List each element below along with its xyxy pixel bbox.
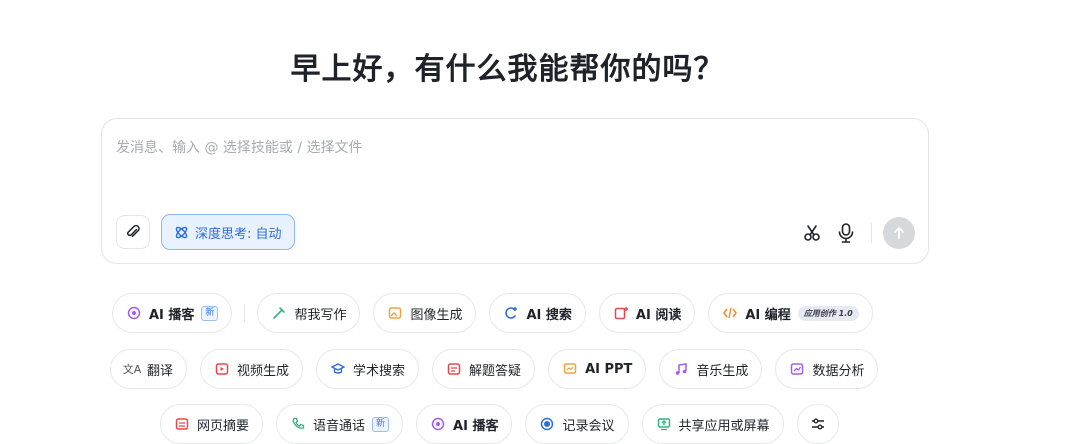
chip-ai-code[interactable]: AI 编程 应用创作 1.0 <box>708 293 873 333</box>
graduation-cap-icon <box>330 361 346 377</box>
message-composer[interactable]: 发消息、输入 @ 选择技能或 / 选择文件 深度思考: 自动 <box>101 118 929 264</box>
chip-label: 解题答疑 <box>469 363 522 379</box>
video-icon <box>214 361 230 377</box>
podcast-icon <box>126 305 142 321</box>
chip-label: 图像生成 <box>410 307 463 323</box>
chart-icon <box>789 361 805 377</box>
chip-label: AI PPT <box>585 361 633 377</box>
chip-label: AI 搜索 <box>526 307 572 323</box>
chip-divider <box>244 304 246 322</box>
chip-label: AI 阅读 <box>635 307 682 323</box>
chip-ai-podcast-2[interactable]: AI 播客 <box>416 404 513 444</box>
chip-label: 语音通话 <box>313 418 366 434</box>
phone-icon <box>290 416 306 432</box>
search-icon <box>503 305 519 321</box>
code-icon <box>722 305 738 321</box>
greeting-title: 早上好，有什么我能帮你的吗？ <box>290 52 725 87</box>
share-screen-icon <box>656 416 672 432</box>
image-icon <box>387 305 403 321</box>
pen-icon <box>271 305 287 321</box>
chip-music-gen[interactable]: 音乐生成 <box>659 349 763 389</box>
chip-ai-podcast[interactable]: AI 播客 新 <box>112 293 233 333</box>
chip-voice-call[interactable]: 语音通话 新 <box>276 404 404 444</box>
chip-academic-search[interactable]: 学术搜索 <box>316 349 420 389</box>
new-badge: 新 <box>372 416 390 432</box>
chip-problem-solve[interactable]: 解题答疑 <box>432 349 536 389</box>
translate-icon: 文A <box>122 363 142 376</box>
send-button[interactable] <box>883 217 915 249</box>
skill-row-2: 文A 翻译 视频生成 学术搜索 解题答疑 AI PPT 音乐生成 数据分析 <box>110 349 879 389</box>
skill-row-3: 网页摘要 语音通话 新 AI 播客 记录会议 共享应用或屏幕 <box>160 404 839 444</box>
music-note-icon <box>673 361 689 377</box>
chip-label: 记录会议 <box>562 418 615 434</box>
chip-web-summary[interactable]: 网页摘要 <box>160 404 264 444</box>
question-sheet-icon <box>446 361 462 377</box>
deep-think-label: 深度思考: 自动 <box>195 226 282 242</box>
chip-label: 翻译 <box>147 363 174 379</box>
message-input[interactable]: 发消息、输入 @ 选择技能或 / 选择文件 <box>116 137 363 157</box>
microphone-icon[interactable] <box>836 222 856 244</box>
more-settings-button[interactable] <box>796 404 839 444</box>
chip-label: 视频生成 <box>237 363 290 379</box>
attach-button[interactable] <box>116 215 150 249</box>
arrow-up-icon <box>894 227 904 239</box>
chip-label: 共享应用或屏幕 <box>678 418 770 434</box>
podcast-icon <box>430 416 446 432</box>
new-badge: 新 <box>201 305 219 321</box>
chip-label: 音乐生成 <box>696 363 749 379</box>
chip-record-meeting[interactable]: 记录会议 <box>525 404 629 444</box>
paperclip-icon <box>127 224 140 238</box>
atom-icon <box>175 226 188 238</box>
chip-translate[interactable]: 文A 翻译 <box>110 349 188 389</box>
chip-help-write[interactable]: 帮我写作 <box>257 293 361 333</box>
chip-label: 帮我写作 <box>294 307 347 323</box>
chip-ai-search[interactable]: AI 搜索 <box>489 293 586 333</box>
deep-think-button[interactable]: 深度思考: 自动 <box>161 214 295 250</box>
chip-data-analysis[interactable]: 数据分析 <box>775 349 879 389</box>
chip-ai-ppt[interactable]: AI PPT <box>548 349 647 389</box>
version-badge: 应用创作 1.0 <box>797 305 859 321</box>
toolbar-divider <box>871 223 872 243</box>
record-icon <box>539 416 555 432</box>
web-page-icon <box>174 416 190 432</box>
chip-label: AI 播客 <box>453 418 499 434</box>
presentation-icon <box>562 361 578 377</box>
chip-video-gen[interactable]: 视频生成 <box>200 349 304 389</box>
chip-label: 学术搜索 <box>353 363 406 379</box>
chip-label: AI 播客 <box>149 307 195 323</box>
chip-share-screen[interactable]: 共享应用或屏幕 <box>641 404 784 444</box>
skill-row-1: AI 播客 新 帮我写作 图像生成 AI 搜索 AI 阅读 AI 编程 应用创作… <box>112 293 873 333</box>
scissors-icon[interactable] <box>802 223 822 243</box>
chip-image-gen[interactable]: 图像生成 <box>373 293 477 333</box>
chip-label: 数据分析 <box>812 363 865 379</box>
chip-label: AI 编程 <box>745 307 791 323</box>
reader-icon <box>613 305 629 321</box>
sliders-icon <box>810 416 826 432</box>
chip-ai-read[interactable]: AI 阅读 <box>598 293 696 333</box>
chip-label: 网页摘要 <box>197 418 250 434</box>
